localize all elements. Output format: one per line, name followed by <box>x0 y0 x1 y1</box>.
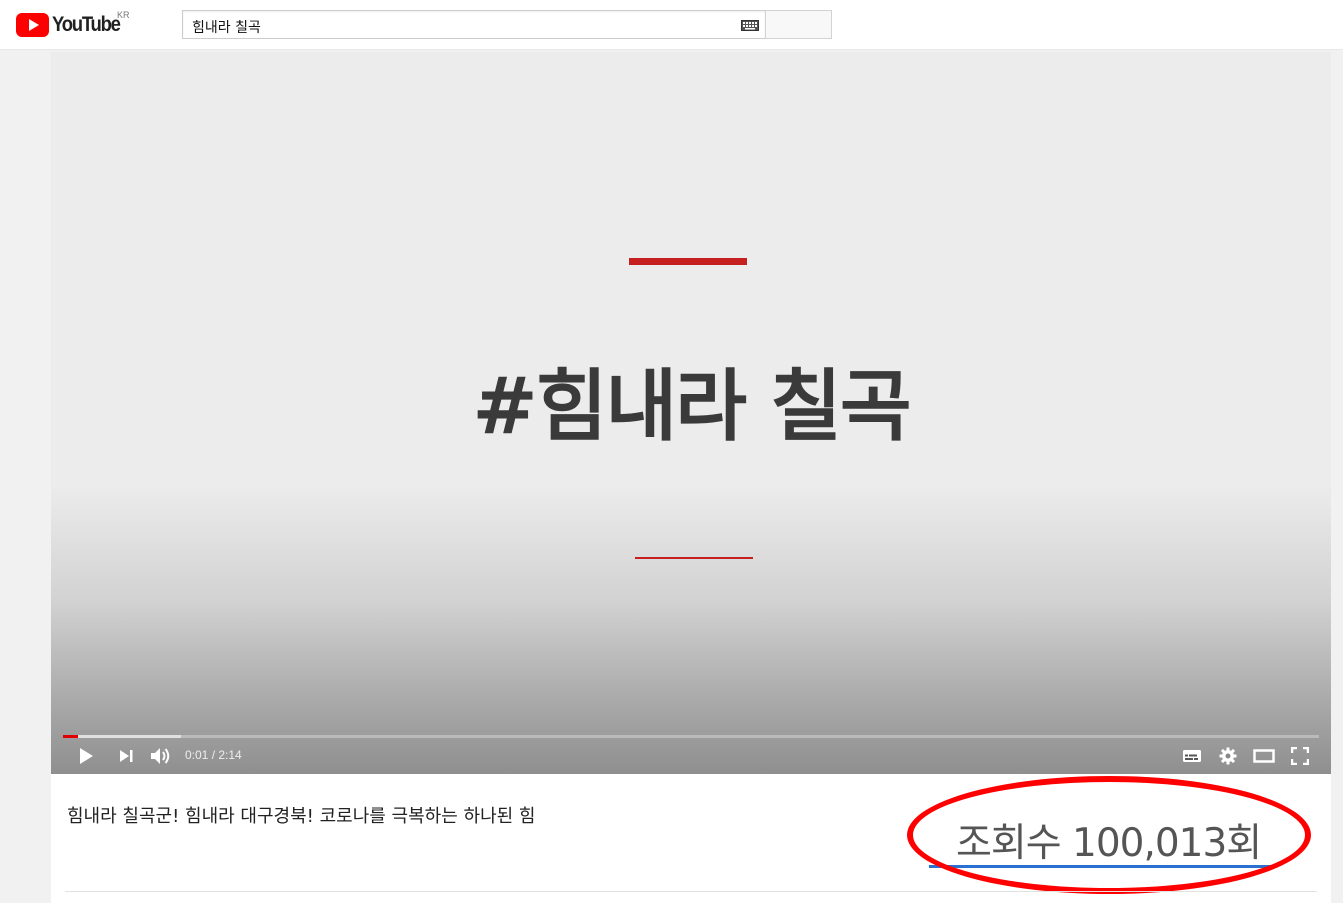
youtube-play-logo-icon <box>16 13 49 37</box>
search-box <box>182 10 766 39</box>
video-player[interactable]: #힘내라 칠곡 0:01 / 2:14 <box>51 52 1331 774</box>
youtube-logo[interactable]: YouTube KR <box>16 10 130 38</box>
fullscreen-button[interactable] <box>1289 745 1311 767</box>
progress-bar[interactable] <box>63 735 1319 738</box>
progress-loaded <box>63 735 182 738</box>
theater-mode-button[interactable] <box>1252 745 1276 767</box>
settings-button[interactable] <box>1217 745 1239 767</box>
time-separator: / <box>208 748 219 762</box>
progress-played <box>63 735 79 738</box>
logo-wordmark: YouTube <box>52 13 121 36</box>
masthead: YouTube KR <box>0 0 1343 50</box>
volume-icon <box>151 748 170 764</box>
theater-icon <box>1253 749 1275 763</box>
country-code: KR <box>117 10 130 20</box>
divider <box>65 891 1317 892</box>
next-button[interactable] <box>115 745 137 767</box>
red-accent-line-top <box>629 258 747 265</box>
red-accent-line-bottom <box>635 557 753 559</box>
subtitles-button[interactable] <box>1181 745 1203 767</box>
fullscreen-icon <box>1291 747 1309 765</box>
search-input[interactable] <box>183 11 733 38</box>
next-icon <box>120 750 133 762</box>
duration: 2:14 <box>218 748 242 762</box>
settings-icon <box>1219 747 1237 765</box>
current-time: 0:01 <box>185 748 209 762</box>
video-frame-headline: #힘내라 칠곡 <box>472 362 911 452</box>
keyboard-icon[interactable] <box>741 20 759 31</box>
subtitles-icon <box>1183 750 1201 762</box>
video-info-panel: 힘내라 칠곡군! 힘내라 대구경북! 코로나를 극복하는 하나된 힘 조회수 1… <box>51 774 1331 903</box>
search-button[interactable] <box>765 10 832 39</box>
red-highlight-ellipse <box>907 776 1311 894</box>
video-title: 힘내라 칠곡군! 힘내라 대구경북! 코로나를 극복하는 하나된 힘 <box>67 806 536 827</box>
play-button[interactable] <box>75 745 97 767</box>
play-icon <box>80 748 93 764</box>
volume-button[interactable] <box>149 745 173 767</box>
time-display: 0:01 / 2:14 <box>185 748 242 762</box>
